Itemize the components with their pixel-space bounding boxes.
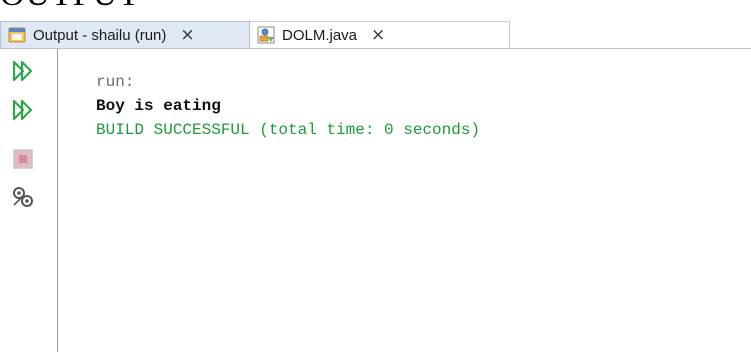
tab-label: DOLM.java (282, 26, 358, 44)
tab-label: Output - shailu (run) (33, 26, 167, 44)
rerun-with-options-icon (12, 99, 33, 121)
stop-button[interactable] (11, 147, 35, 171)
console-line-output: Boy is eating (96, 97, 221, 115)
close-icon[interactable]: × (180, 25, 194, 45)
rerun-button[interactable] (11, 59, 35, 83)
console-output: run: Boy is eating BUILD SUCCESSFUL (tot… (96, 70, 480, 142)
console-line-run: run: (96, 73, 135, 91)
output-window-icon (8, 27, 26, 43)
tab-dolm-java[interactable]: DOLM.java × (250, 21, 510, 48)
java-file-icon (257, 26, 275, 44)
close-icon[interactable]: × (371, 25, 385, 45)
output-toolbar (0, 49, 58, 352)
page-heading: OUTPUT (0, 0, 300, 12)
stop-icon (13, 149, 33, 169)
rerun-icon (12, 60, 33, 82)
rerun-with-options-button[interactable] (11, 98, 35, 122)
settings-icon (13, 187, 33, 207)
output-tab-bar: Output - shailu (run) × DOLM.java × (0, 21, 751, 49)
tab-output-shailu-run[interactable]: Output - shailu (run) × (0, 21, 250, 48)
settings-button[interactable] (11, 185, 35, 209)
console-line-build-status: BUILD SUCCESSFUL (total time: 0 seconds) (96, 121, 481, 139)
